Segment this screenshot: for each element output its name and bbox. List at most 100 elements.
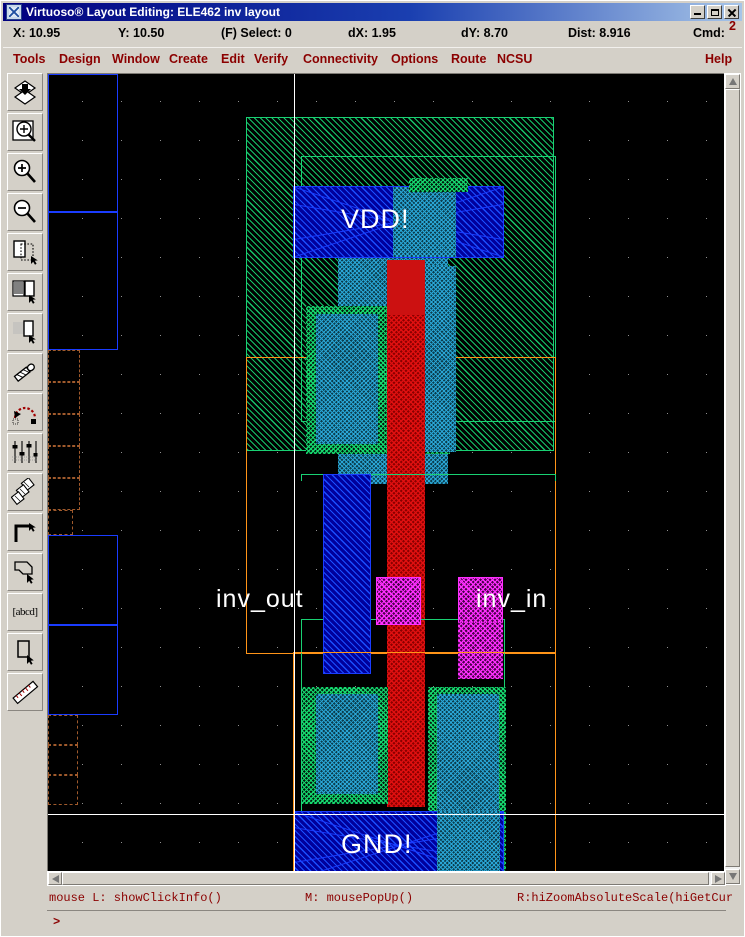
chevron-right-icon [714, 874, 722, 883]
scroll-right-button[interactable] [711, 872, 725, 885]
layer-metal1-out-route[interactable] [323, 474, 371, 674]
menu-options[interactable]: Options [389, 51, 440, 67]
select-count: (F) Select: 0 [221, 26, 292, 40]
inv-in-label[interactable]: inv_in [476, 585, 547, 614]
contact-nmos-right[interactable] [48, 745, 78, 775]
coord-dist: Dist: 8.916 [568, 26, 631, 40]
copy-shape-icon [13, 240, 38, 265]
zoom-in-button[interactable] [7, 153, 43, 191]
menu-ncsu[interactable]: NCSU [495, 51, 534, 67]
properties-button[interactable] [7, 433, 43, 471]
menu-connectivity[interactable]: Connectivity [301, 51, 380, 67]
contact-gnd-tap[interactable] [48, 775, 78, 805]
layer-metal1-pmos-right-frame[interactable] [48, 212, 118, 350]
layer-active-pmos-left[interactable] [316, 314, 378, 444]
rectangle-icon [17, 640, 34, 665]
label-icon: [abcd] [12, 606, 38, 618]
mouse-right-binding: R:hiZoomAbsoluteScale(hiGetCur [517, 891, 734, 905]
delete-button[interactable] [7, 353, 43, 391]
zoom-out-icon [13, 199, 36, 223]
path-button[interactable] [7, 513, 43, 551]
title-bar: Virtuoso® Layout Editing: ELE462 inv lay… [3, 3, 742, 21]
zoom-out-button[interactable] [7, 193, 43, 231]
pin-inv-out[interactable] [376, 577, 421, 625]
layer-poly-gate-top[interactable] [387, 260, 425, 315]
stretch-button[interactable] [7, 273, 43, 311]
undo-icon [12, 406, 37, 425]
menu-edit[interactable]: Edit [219, 51, 247, 67]
scroll-down-button[interactable] [725, 869, 740, 884]
polygon-icon [14, 561, 34, 584]
coord-dx: dX: 1.95 [348, 26, 396, 40]
contact-vdd-tap[interactable] [48, 478, 80, 510]
layer-metal1-nmos-left-frame[interactable] [48, 535, 118, 625]
fit-to-window-button[interactable] [7, 73, 43, 111]
contact-nmos-left[interactable] [48, 715, 78, 745]
minimize-button[interactable] [690, 5, 705, 19]
cmd-count: 2 [729, 19, 736, 33]
coord-x: X: 10.95 [13, 26, 61, 40]
menu-verify[interactable]: Verify [252, 51, 290, 67]
inv-out-pin-marker-icon [377, 578, 420, 624]
instance-icon [11, 478, 35, 506]
menu-help[interactable]: Help [703, 51, 734, 67]
label-button[interactable]: [abcd] [7, 593, 43, 631]
cmd-label: Cmd: [693, 26, 725, 40]
maximize-button[interactable] [707, 5, 722, 19]
contact-pmos-l2[interactable] [48, 382, 80, 414]
instance-button[interactable] [7, 473, 43, 511]
move-icon [13, 320, 36, 344]
ruler-horizontal [48, 814, 725, 815]
vertical-scroll-thumb[interactable] [725, 89, 740, 867]
command-prompt[interactable]: > [47, 910, 726, 932]
fit-to-window-icon [13, 80, 37, 105]
copy-shape-button[interactable] [7, 233, 43, 271]
polygon-button[interactable] [7, 553, 43, 591]
undo-button[interactable] [7, 393, 43, 431]
close-button[interactable] [724, 5, 739, 19]
delete-icon [13, 363, 35, 383]
menu-bar: Tools Design Window Create Edit Verify C… [3, 47, 742, 71]
menu-design[interactable]: Design [57, 51, 103, 67]
vdd-label[interactable]: VDD! [341, 204, 410, 235]
ruler-icon [12, 680, 39, 705]
virtuoso-icon [6, 4, 22, 20]
inv-out-label[interactable]: inv_out [216, 585, 304, 614]
layout-drawing-area[interactable]: VDD! inv_out inv_in GND! [48, 74, 725, 884]
ruler-vertical [294, 74, 295, 884]
menu-tools[interactable]: Tools [11, 51, 47, 67]
layer-metal1-nmos-right-frame[interactable] [48, 625, 118, 715]
contact-pmos-r1[interactable] [48, 414, 80, 446]
rectangle-button[interactable] [7, 633, 43, 671]
window-controls [690, 5, 739, 19]
stretch-icon [12, 280, 36, 304]
zoom-in-icon [13, 159, 36, 183]
horizontal-scrollbar[interactable] [47, 871, 726, 886]
menu-window[interactable]: Window [110, 51, 162, 67]
scroll-up-button[interactable] [725, 74, 740, 89]
horizontal-scroll-thumb[interactable] [62, 872, 709, 885]
mouse-binding-status: mouse L: showClickInfo() M: mousePopUp()… [47, 888, 733, 908]
menu-create[interactable]: Create [167, 51, 210, 67]
mouse-left-binding: mouse L: showClickInfo() [49, 891, 222, 905]
chevron-left-icon [51, 874, 59, 883]
zoom-to-select-button[interactable] [7, 113, 43, 151]
chevron-up-icon [728, 78, 737, 85]
prboundary-bottom [293, 652, 556, 884]
menu-route[interactable]: Route [449, 51, 488, 67]
vertical-scrollbar[interactable] [724, 73, 741, 885]
contact-pmos-l1[interactable] [48, 350, 80, 382]
layer-metal1-pmos-left-frame[interactable] [48, 74, 118, 212]
scroll-left-button[interactable] [48, 872, 62, 885]
contact-pmos-r2[interactable] [48, 446, 80, 478]
tool-palette: [abcd] [4, 73, 46, 876]
layer-nselect-vdd-tap[interactable] [409, 178, 468, 192]
path-icon [14, 523, 36, 542]
move-button[interactable] [7, 313, 43, 351]
contact-poly-gate[interactable] [48, 510, 73, 535]
mouse-middle-binding: M: mousePopUp() [305, 891, 414, 905]
chevron-down-icon [728, 873, 737, 880]
window-title: Virtuoso® Layout Editing: ELE462 inv lay… [26, 5, 280, 19]
ruler-button[interactable] [7, 673, 43, 711]
layout-canvas[interactable]: VDD! inv_out inv_in GND! [47, 73, 726, 885]
